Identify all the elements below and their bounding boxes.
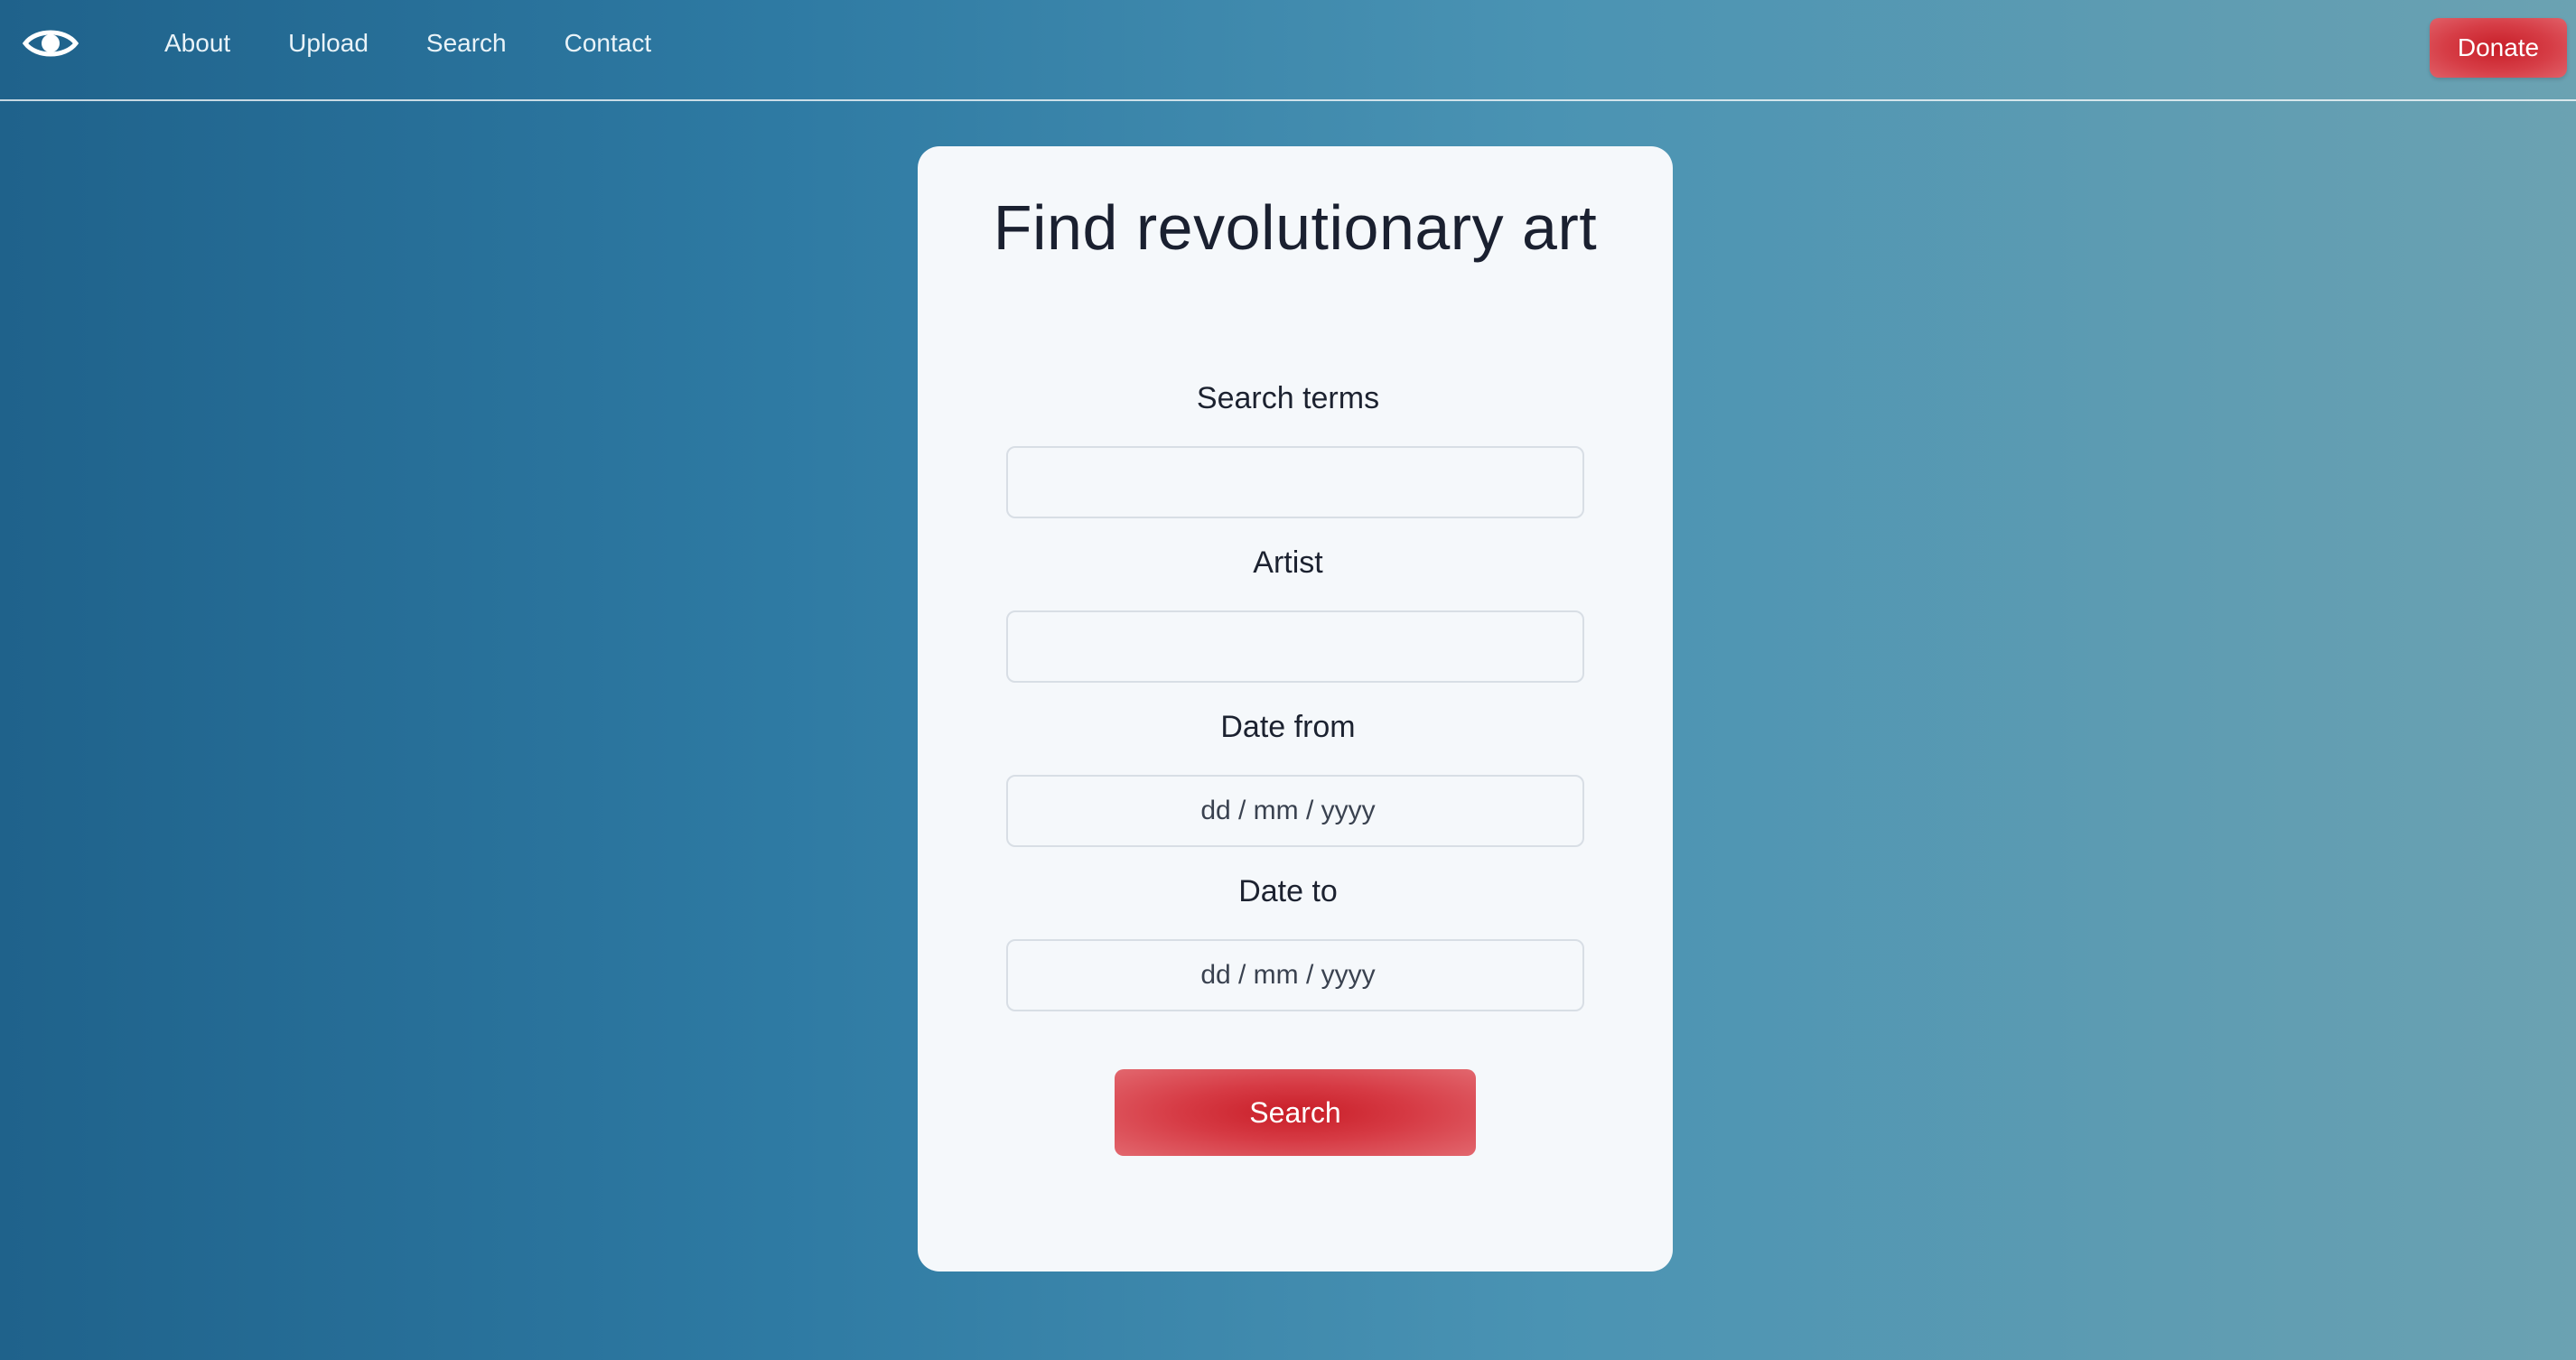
artist-label: Artist — [1253, 545, 1323, 580]
search-card: Find revolutionary art Search terms Arti… — [918, 146, 1673, 1272]
nav-link-about[interactable]: About — [164, 29, 230, 58]
search-submit-button[interactable]: Search — [1115, 1069, 1476, 1156]
date-from-placeholder: dd / mm / yyyy — [1200, 796, 1376, 825]
date-to-label: Date to — [1238, 874, 1338, 908]
artist-input[interactable] — [1006, 610, 1584, 683]
nav-link-upload[interactable]: Upload — [288, 29, 369, 58]
nav-link-contact[interactable]: Contact — [565, 29, 652, 58]
nav-link-search[interactable]: Search — [426, 29, 507, 58]
date-from-input[interactable]: dd / mm / yyyy — [1006, 775, 1584, 847]
search-terms-label: Search terms — [1196, 381, 1380, 415]
eye-icon[interactable] — [22, 18, 79, 69]
date-to-placeholder: dd / mm / yyyy — [1200, 960, 1376, 990]
date-from-label: Date from — [1220, 710, 1356, 744]
top-nav: About Upload Search Contact Donate — [0, 0, 2576, 101]
date-to-input[interactable]: dd / mm / yyyy — [1006, 939, 1584, 1011]
nav-links: About Upload Search Contact — [164, 23, 709, 63]
donate-button[interactable]: Donate — [2430, 18, 2567, 78]
page-title: Find revolutionary art — [993, 192, 1598, 263]
search-terms-input[interactable] — [1006, 446, 1584, 518]
